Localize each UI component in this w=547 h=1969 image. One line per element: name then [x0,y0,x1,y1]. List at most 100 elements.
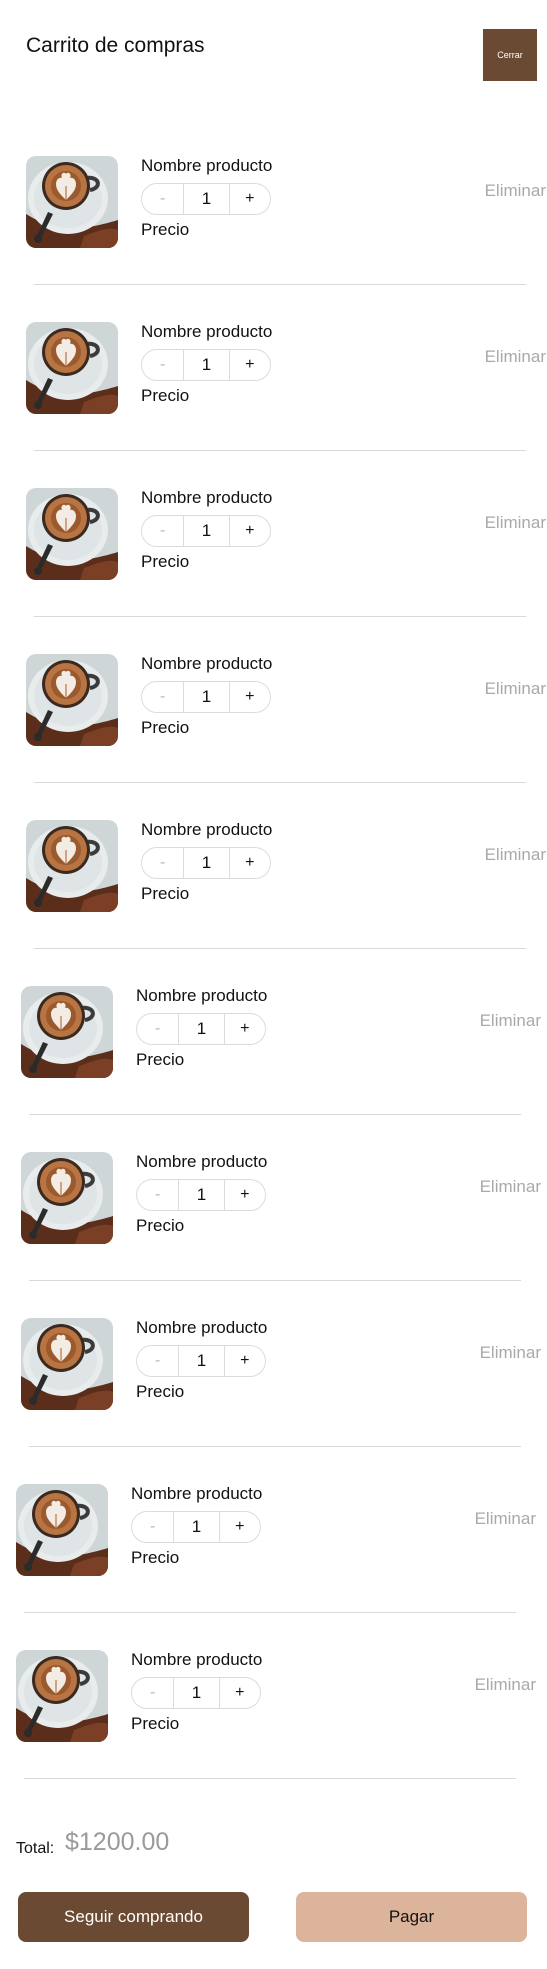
quantity-stepper: - 1 + [136,1179,266,1211]
product-name: Nombre producto [136,1318,268,1337]
product-image [26,322,118,414]
decrement-button[interactable]: - [142,516,185,546]
remove-button[interactable]: Eliminar [475,1509,536,1529]
decrement-button[interactable]: - [137,1346,180,1376]
total-value: $1200.00 [65,1828,170,1856]
product-name: Nombre producto [136,1152,268,1171]
cart-item: Nombre producto - 1 + Precio Eliminar [21,986,541,1154]
increment-button[interactable]: + [228,350,270,380]
decrement-button[interactable]: - [132,1512,175,1542]
quantity-stepper: - 1 + [141,515,271,547]
product-image [21,986,113,1078]
total-label: Total: [16,1840,55,1857]
pay-button[interactable]: Pagar [296,1892,527,1942]
item-divider [34,450,526,451]
quantity-stepper: - 1 + [141,681,271,713]
remove-button[interactable]: Eliminar [485,181,546,201]
remove-button[interactable]: Eliminar [480,1343,541,1363]
quantity-value: 1 [201,189,212,208]
product-image [16,1484,108,1576]
product-price: Precio [131,1714,180,1733]
increment-button[interactable]: + [218,1512,260,1542]
item-divider [29,1114,521,1115]
remove-button[interactable]: Eliminar [485,679,546,699]
increment-button[interactable]: + [223,1180,265,1210]
increment-button[interactable]: + [228,848,270,878]
item-divider [34,948,526,949]
quantity-value: 1 [201,687,212,706]
decrement-button[interactable]: - [137,1180,180,1210]
quantity-value: 1 [191,1517,202,1536]
product-price: Precio [141,386,190,405]
product-price: Precio [141,884,190,903]
product-name: Nombre producto [141,488,273,507]
cart-item: Nombre producto - 1 + Precio Eliminar [16,1484,536,1652]
product-name: Nombre producto [136,986,268,1005]
product-image [21,1318,113,1410]
increment-button[interactable]: + [218,1678,260,1708]
product-price: Precio [136,1382,185,1401]
decrement-button[interactable]: - [142,350,185,380]
increment-button[interactable]: + [223,1346,265,1376]
quantity-stepper: - 1 + [136,1345,266,1377]
product-name: Nombre producto [141,156,273,175]
cart-item: Nombre producto - 1 + Precio Eliminar [26,820,546,988]
close-button[interactable]: Cerrar [483,29,537,81]
product-image [26,820,118,912]
remove-button[interactable]: Eliminar [475,1675,536,1695]
quantity-stepper: - 1 + [131,1677,261,1709]
decrement-button[interactable]: - [142,848,185,878]
remove-button[interactable]: Eliminar [480,1011,541,1031]
item-divider [29,1280,521,1281]
quantity-value: 1 [201,355,212,374]
product-image [26,156,118,248]
quantity-stepper: - 1 + [136,1013,266,1045]
product-price: Precio [141,220,190,239]
cart-item: Nombre producto - 1 + Precio Eliminar [26,654,546,822]
item-divider [34,616,526,617]
product-price: Precio [141,552,190,571]
page-title: Carrito de compras [26,34,205,57]
product-price: Precio [131,1548,180,1567]
quantity-value: 1 [196,1185,207,1204]
remove-button[interactable]: Eliminar [485,845,546,865]
quantity-stepper: - 1 + [141,349,271,381]
remove-button[interactable]: Eliminar [485,347,546,367]
product-name: Nombre producto [131,1484,263,1503]
quantity-value: 1 [191,1683,202,1702]
product-image [21,1152,113,1244]
quantity-value: 1 [196,1019,207,1038]
decrement-button[interactable]: - [142,682,185,712]
increment-button[interactable]: + [228,682,270,712]
cart-item: Nombre producto - 1 + Precio Eliminar [26,156,546,324]
increment-button[interactable]: + [228,184,270,214]
continue-shopping-button[interactable]: Seguir comprando [18,1892,249,1942]
product-price: Precio [136,1050,185,1069]
decrement-button[interactable]: - [132,1678,175,1708]
increment-button[interactable]: + [223,1014,265,1044]
product-name: Nombre producto [141,820,273,839]
cart-header: Carrito de compras Cerrar [0,0,547,100]
product-name: Nombre producto [131,1650,263,1669]
product-price: Precio [136,1216,185,1235]
product-image [16,1650,108,1742]
quantity-value: 1 [201,853,212,872]
decrement-button[interactable]: - [142,184,185,214]
quantity-value: 1 [196,1351,207,1370]
quantity-stepper: - 1 + [131,1511,261,1543]
item-divider [34,782,526,783]
remove-button[interactable]: Eliminar [480,1177,541,1197]
remove-button[interactable]: Eliminar [485,513,546,533]
item-divider [24,1612,516,1613]
product-image [26,654,118,746]
cart-item: Nombre producto - 1 + Precio Eliminar [21,1152,541,1320]
quantity-value: 1 [201,521,212,540]
product-image [26,488,118,580]
quantity-stepper: - 1 + [141,847,271,879]
increment-button[interactable]: + [228,516,270,546]
decrement-button[interactable]: - [137,1014,180,1044]
product-name: Nombre producto [141,322,273,341]
product-name: Nombre producto [141,654,273,673]
item-divider [29,1446,521,1447]
quantity-stepper: - 1 + [141,183,271,215]
